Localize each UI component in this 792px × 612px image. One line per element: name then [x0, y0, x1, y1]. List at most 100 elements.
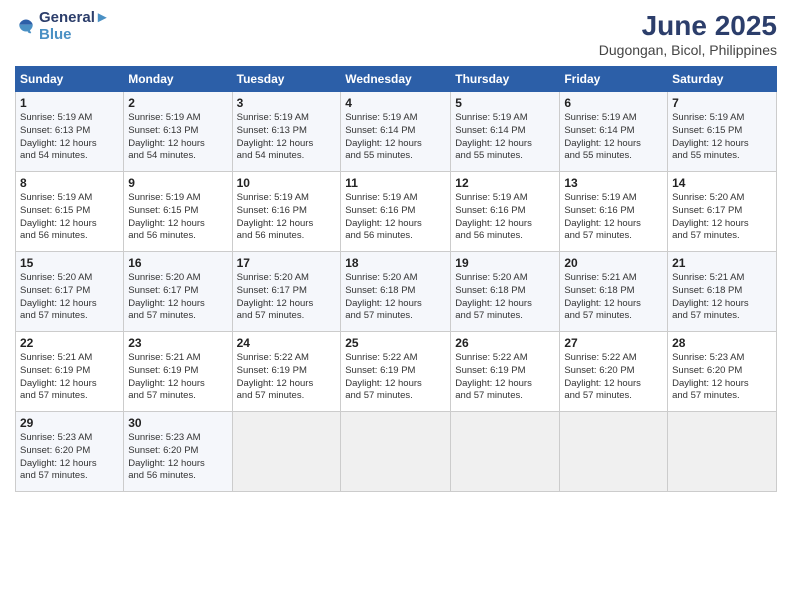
day-info: Sunrise: 5:22 AM Sunset: 6:19 PM Dayligh… [237, 352, 337, 403]
calendar-cell: 17Sunrise: 5:20 AM Sunset: 6:17 PM Dayli… [232, 252, 341, 332]
day-info: Sunrise: 5:21 AM Sunset: 6:19 PM Dayligh… [20, 352, 119, 403]
day-info: Sunrise: 5:19 AM Sunset: 6:15 PM Dayligh… [20, 192, 119, 243]
day-info: Sunrise: 5:19 AM Sunset: 6:13 PM Dayligh… [128, 112, 227, 163]
day-number: 13 [564, 176, 663, 190]
weekday-header: Monday [124, 67, 232, 92]
weekday-header: Thursday [451, 67, 560, 92]
calendar-cell: 19Sunrise: 5:20 AM Sunset: 6:18 PM Dayli… [451, 252, 560, 332]
day-number: 29 [20, 416, 119, 430]
day-number: 2 [128, 96, 227, 110]
day-number: 20 [564, 256, 663, 270]
day-info: Sunrise: 5:21 AM Sunset: 6:18 PM Dayligh… [672, 272, 772, 323]
day-info: Sunrise: 5:19 AM Sunset: 6:14 PM Dayligh… [564, 112, 663, 163]
day-info: Sunrise: 5:20 AM Sunset: 6:18 PM Dayligh… [345, 272, 446, 323]
calendar-cell: 11 Sunrise: 5:19 AM Sunset: 6:16 PM Dayli… [341, 172, 451, 252]
day-info: Sunrise: 5:19 AM Sunset: 6:16 PM Dayligh… [455, 192, 555, 243]
weekday-header: Tuesday [232, 67, 341, 92]
calendar-cell: 24 Sunrise: 5:22 AM Sunset: 6:19 PM Dayli… [232, 332, 341, 412]
day-info: Sunrise: 5:23 AM Sunset: 6:20 PM Dayligh… [20, 432, 119, 483]
weekday-row: SundayMondayTuesdayWednesdayThursdayFrid… [16, 67, 777, 92]
calendar-cell [560, 412, 668, 492]
day-number: 11 [345, 176, 446, 190]
day-info: Sunrise: 5:19 AM Sunset: 6:16 PM Dayligh… [237, 192, 337, 243]
day-number: 15 [20, 256, 119, 270]
day-info: Sunrise: 5:19 AM Sunset: 6:14 PM Dayligh… [345, 112, 446, 163]
calendar-cell: 15 Sunrise: 5:20 AM Sunset: 6:17 PM Dayli… [16, 252, 124, 332]
day-info: Sunrise: 5:19 AM Sunset: 6:13 PM Dayligh… [237, 112, 337, 163]
day-number: 1 [20, 96, 119, 110]
calendar-cell: 13 Sunrise: 5:19 AM Sunset: 6:16 PM Dayli… [560, 172, 668, 252]
day-info: Sunrise: 5:23 AM Sunset: 6:20 PM Dayligh… [128, 432, 227, 483]
day-info: Sunrise: 5:23 AM Sunset: 6:20 PM Dayligh… [672, 352, 772, 403]
day-info: Sunrise: 5:19 AM Sunset: 6:16 PM Dayligh… [345, 192, 446, 243]
calendar-cell [668, 412, 777, 492]
calendar-cell: 9Sunrise: 5:19 AM Sunset: 6:15 PM Daylig… [124, 172, 232, 252]
day-number: 24 [237, 336, 337, 350]
logo: General► Blue [15, 10, 110, 43]
calendar-cell: 28 Sunrise: 5:23 AM Sunset: 6:20 PM Dayli… [668, 332, 777, 412]
calendar-cell: 3 Sunrise: 5:19 AM Sunset: 6:13 PM Daylig… [232, 92, 341, 172]
day-number: 14 [672, 176, 772, 190]
day-info: Sunrise: 5:20 AM Sunset: 6:17 PM Dayligh… [20, 272, 119, 323]
day-info: Sunrise: 5:22 AM Sunset: 6:20 PM Dayligh… [564, 352, 663, 403]
calendar-cell: 5 Sunrise: 5:19 AM Sunset: 6:14 PM Daylig… [451, 92, 560, 172]
logo-text: General► [39, 10, 110, 27]
calendar-table: SundayMondayTuesdayWednesdayThursdayFrid… [15, 66, 777, 492]
logo-icon [17, 18, 35, 36]
weekday-header: Friday [560, 67, 668, 92]
weekday-header: Sunday [16, 67, 124, 92]
calendar-cell: 14 Sunrise: 5:20 AM Sunset: 6:17 PM Dayli… [668, 172, 777, 252]
calendar-cell: 7Sunrise: 5:19 AM Sunset: 6:15 PM Daylig… [668, 92, 777, 172]
day-info: Sunrise: 5:21 AM Sunset: 6:18 PM Dayligh… [564, 272, 663, 323]
day-number: 6 [564, 96, 663, 110]
calendar-cell [232, 412, 341, 492]
calendar-cell: 23Sunrise: 5:21 AM Sunset: 6:19 PM Dayli… [124, 332, 232, 412]
calendar-cell: 22Sunrise: 5:21 AM Sunset: 6:19 PM Dayli… [16, 332, 124, 412]
day-info: Sunrise: 5:20 AM Sunset: 6:17 PM Dayligh… [672, 192, 772, 243]
day-info: Sunrise: 5:22 AM Sunset: 6:19 PM Dayligh… [345, 352, 446, 403]
day-info: Sunrise: 5:19 AM Sunset: 6:14 PM Dayligh… [455, 112, 555, 163]
day-info: Sunrise: 5:19 AM Sunset: 6:15 PM Dayligh… [128, 192, 227, 243]
weekday-header: Saturday [668, 67, 777, 92]
calendar-cell: 4 Sunrise: 5:19 AM Sunset: 6:14 PM Daylig… [341, 92, 451, 172]
calendar-cell: 2 Sunrise: 5:19 AM Sunset: 6:13 PM Daylig… [124, 92, 232, 172]
day-number: 16 [128, 256, 227, 270]
calendar-week-row: 15 Sunrise: 5:20 AM Sunset: 6:17 PM Dayli… [16, 252, 777, 332]
day-number: 4 [345, 96, 446, 110]
calendar-cell: 20 Sunrise: 5:21 AM Sunset: 6:18 PM Dayli… [560, 252, 668, 332]
day-number: 5 [455, 96, 555, 110]
weekday-header: Wednesday [341, 67, 451, 92]
location: Dugongan, Bicol, Philippines [599, 42, 777, 58]
calendar-cell: 6 Sunrise: 5:19 AM Sunset: 6:14 PM Daylig… [560, 92, 668, 172]
day-number: 23 [128, 336, 227, 350]
calendar-cell: 16 Sunrise: 5:20 AM Sunset: 6:17 PM Dayli… [124, 252, 232, 332]
logo-subtext: Blue [39, 27, 110, 44]
calendar-cell: 1 Sunrise: 5:19 AM Sunset: 6:13 PM Daylig… [16, 92, 124, 172]
calendar-cell [451, 412, 560, 492]
title-block: June 2025 Dugongan, Bicol, Philippines [599, 10, 777, 58]
day-info: Sunrise: 5:20 AM Sunset: 6:17 PM Dayligh… [128, 272, 227, 323]
day-info: Sunrise: 5:20 AM Sunset: 6:17 PM Dayligh… [237, 272, 337, 323]
calendar-page: General► Blue June 2025 Dugongan, Bicol,… [0, 0, 792, 612]
day-number: 8 [20, 176, 119, 190]
day-info: Sunrise: 5:19 AM Sunset: 6:13 PM Dayligh… [20, 112, 119, 163]
calendar-header: SundayMondayTuesdayWednesdayThursdayFrid… [16, 67, 777, 92]
day-number: 21 [672, 256, 772, 270]
day-info: Sunrise: 5:19 AM Sunset: 6:15 PM Dayligh… [672, 112, 772, 163]
calendar-week-row: 8 Sunrise: 5:19 AM Sunset: 6:15 PM Daylig… [16, 172, 777, 252]
day-number: 3 [237, 96, 337, 110]
calendar-cell: 8 Sunrise: 5:19 AM Sunset: 6:15 PM Daylig… [16, 172, 124, 252]
calendar-cell: 12Sunrise: 5:19 AM Sunset: 6:16 PM Dayli… [451, 172, 560, 252]
month-title: June 2025 [599, 10, 777, 42]
calendar-cell: 10Sunrise: 5:19 AM Sunset: 6:16 PM Dayli… [232, 172, 341, 252]
day-number: 26 [455, 336, 555, 350]
day-number: 30 [128, 416, 227, 430]
calendar-body: 1 Sunrise: 5:19 AM Sunset: 6:13 PM Daylig… [16, 92, 777, 492]
day-number: 28 [672, 336, 772, 350]
day-number: 18 [345, 256, 446, 270]
page-header: General► Blue June 2025 Dugongan, Bicol,… [15, 10, 777, 58]
day-info: Sunrise: 5:19 AM Sunset: 6:16 PM Dayligh… [564, 192, 663, 243]
calendar-cell: 21 Sunrise: 5:21 AM Sunset: 6:18 PM Dayli… [668, 252, 777, 332]
day-info: Sunrise: 5:22 AM Sunset: 6:19 PM Dayligh… [455, 352, 555, 403]
calendar-week-row: 22Sunrise: 5:21 AM Sunset: 6:19 PM Dayli… [16, 332, 777, 412]
